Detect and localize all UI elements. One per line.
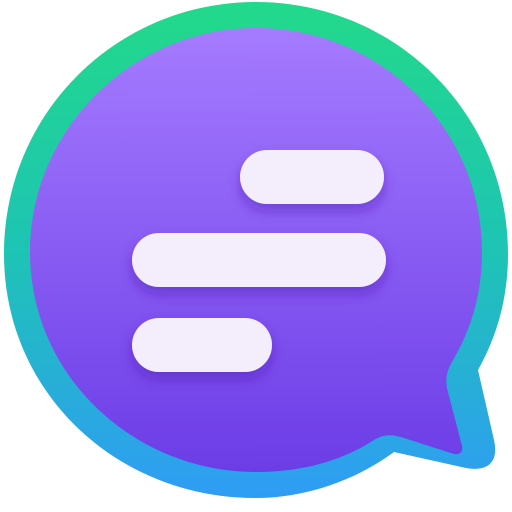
message-line-long xyxy=(132,233,386,287)
message-line-short-bottom xyxy=(132,318,272,372)
chat-bubble-app-icon xyxy=(4,2,508,498)
message-line-short-top xyxy=(240,150,384,204)
